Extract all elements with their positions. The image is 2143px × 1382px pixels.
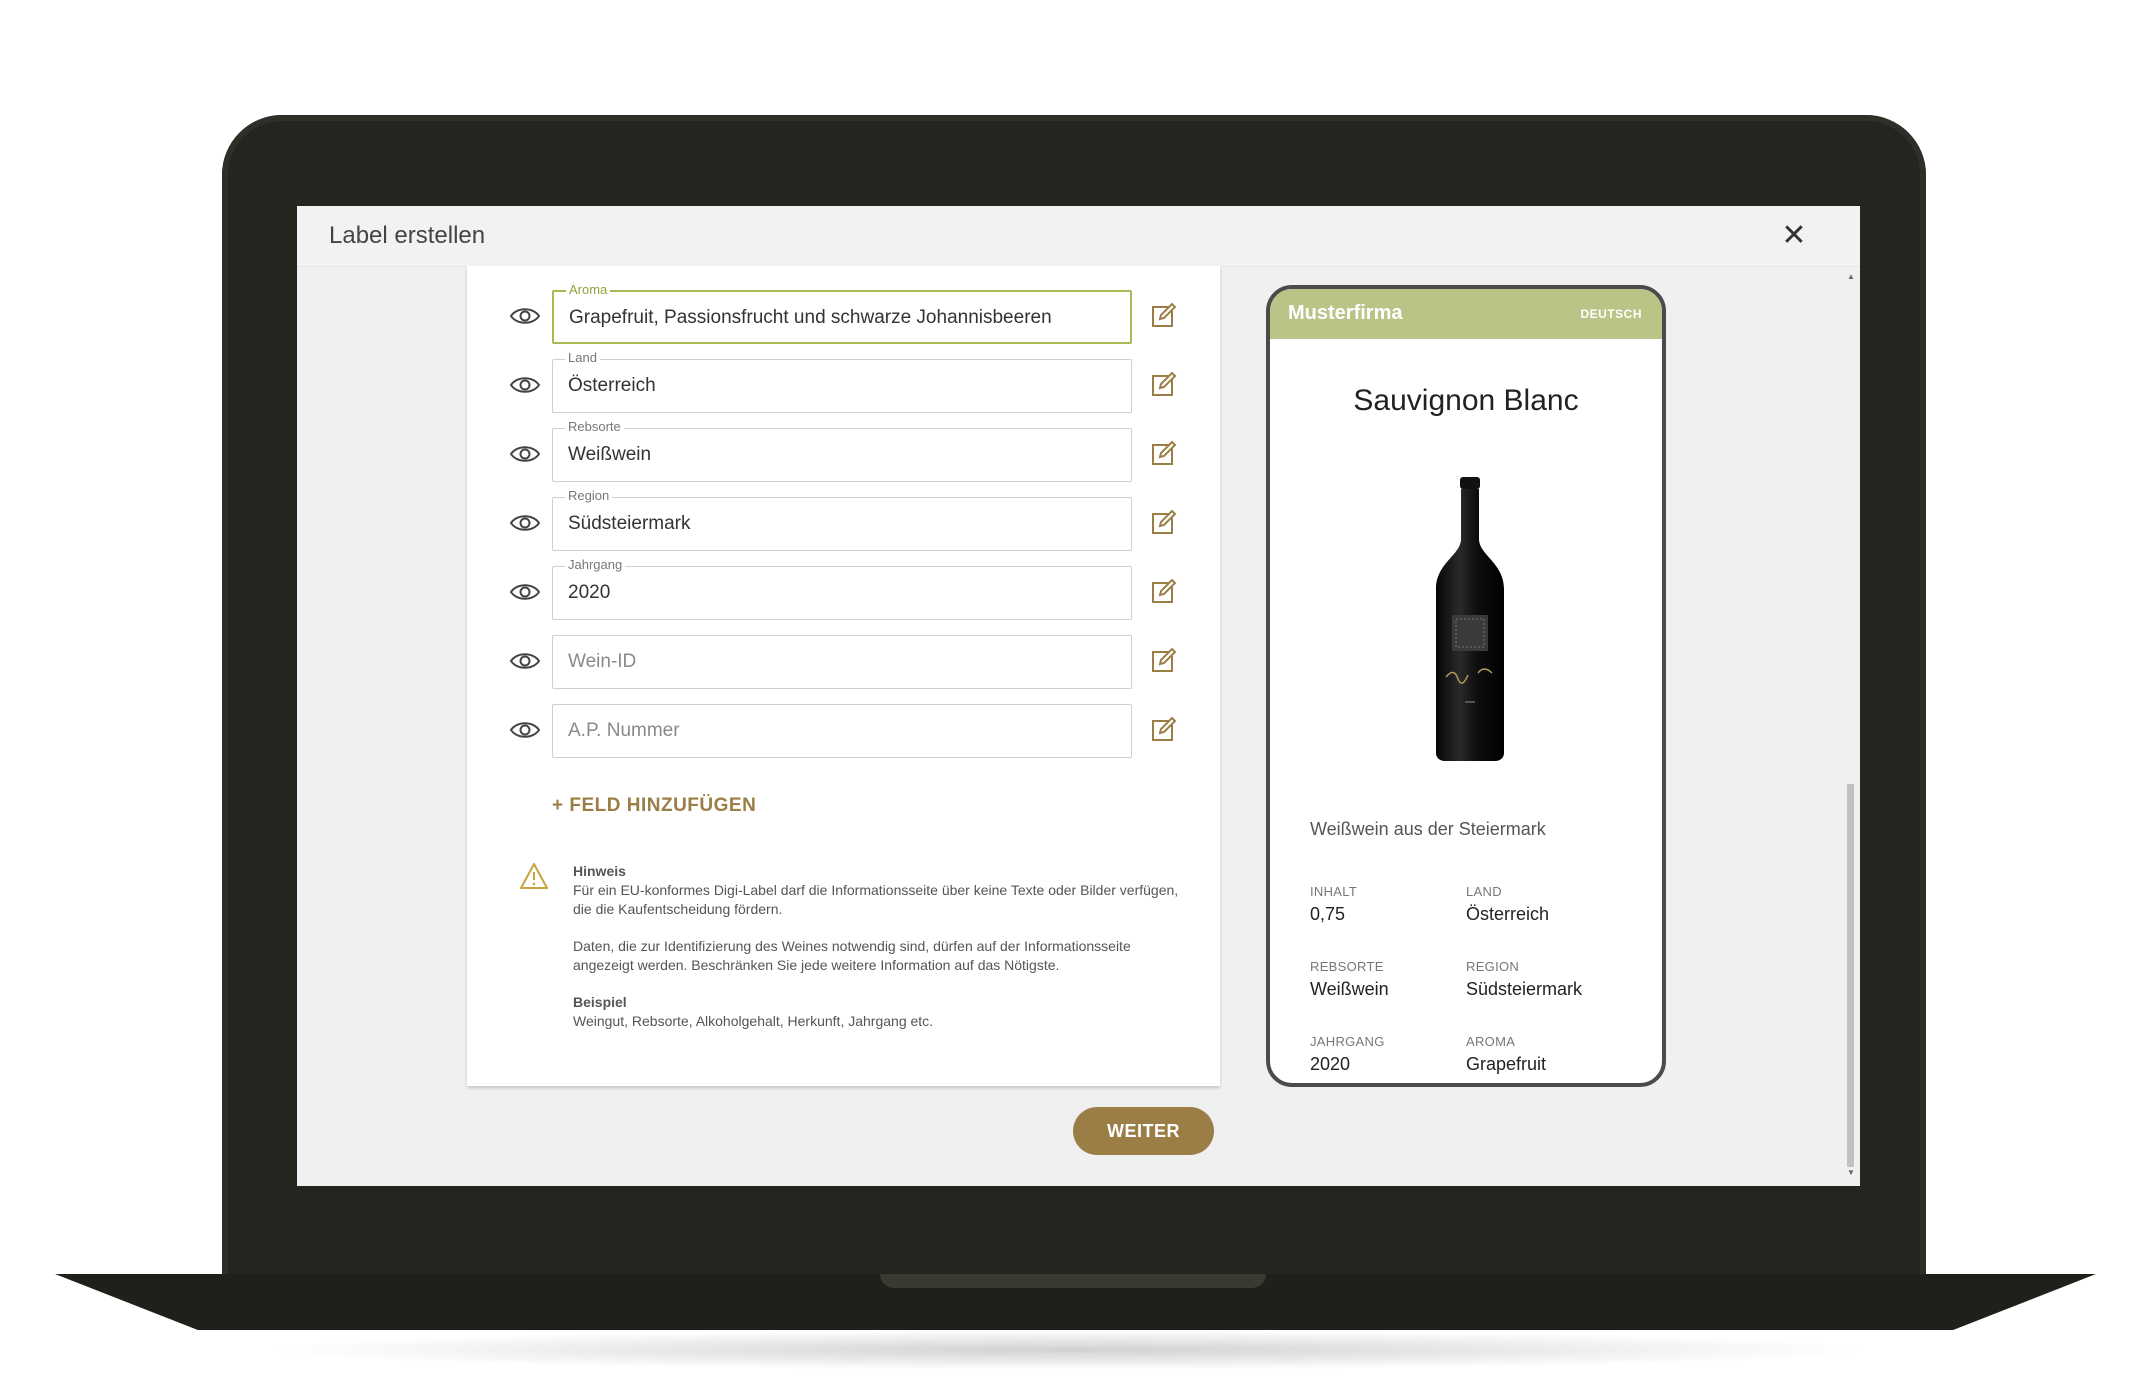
region-field[interactable]: Region Südsteiermark [552, 488, 1132, 551]
field-placeholder: Wein-ID [568, 651, 637, 672]
laptop-shadow [260, 1330, 1880, 1370]
example-text: Weingut, Rebsorte, Alkoholgehalt, Herkun… [573, 1013, 934, 1029]
add-field-button[interactable]: + FELD HINZUFÜGEN [552, 795, 756, 817]
scroll-up-arrow-icon[interactable]: ▲ [1847, 272, 1855, 281]
eye-icon[interactable] [509, 373, 541, 397]
spec-item: JAHRGANG 2020 [1310, 1034, 1385, 1075]
field-label: Rebsorte [565, 419, 624, 435]
spec-label: INHALT [1310, 884, 1358, 899]
field-row-wein-id: Wein-ID [467, 633, 1220, 691]
spec-item: INHALT 0,75 [1310, 884, 1357, 925]
edit-icon[interactable] [1149, 440, 1177, 468]
field-label: Land [565, 350, 600, 366]
dialog-title: Label erstellen [329, 222, 486, 249]
edit-icon[interactable] [1149, 647, 1177, 675]
land-field[interactable]: Land Österreich [552, 350, 1132, 413]
field-row-rebsorte: Rebsorte Weißwein [467, 419, 1220, 484]
spec-value: 0,75 [1310, 904, 1346, 924]
eye-icon[interactable] [509, 649, 541, 673]
wein-id-field[interactable]: Wein-ID [552, 635, 1132, 689]
field-row-land: Land Österreich [467, 350, 1220, 415]
spec-label: LAND [1466, 884, 1502, 899]
aroma-field[interactable]: Aroma Grapefruit, Passionsfrucht und sch… [552, 282, 1132, 344]
edit-icon[interactable] [1149, 716, 1177, 744]
edit-icon[interactable] [1149, 371, 1177, 399]
form-panel: Aroma Grapefruit, Passionsfrucht und sch… [467, 266, 1220, 1086]
laptop-notch [880, 1274, 1266, 1288]
field-row-region: Region Südsteiermark [467, 488, 1220, 553]
notice-text-2: Daten, die zur Identifizierung des Weine… [573, 938, 1131, 973]
example-heading: Beispiel [573, 994, 627, 1010]
field-value: Weißwein [568, 444, 652, 465]
field-value: Österreich [568, 375, 656, 396]
spec-label: AROMA [1466, 1034, 1516, 1049]
language-selector[interactable]: DEUTSCH [1580, 307, 1642, 321]
scrollbar-thumb[interactable] [1847, 784, 1854, 1167]
field-value: 2020 [568, 582, 611, 603]
edit-icon[interactable] [1149, 578, 1177, 606]
notice-heading: Hinweis [573, 863, 626, 879]
field-row-aroma: Aroma Grapefruit, Passionsfrucht und sch… [467, 282, 1220, 346]
field-value: Grapefruit, Passionsfrucht und schwarze … [569, 307, 1052, 328]
spec-value: Österreich [1466, 904, 1550, 924]
dialog-header: Label erstellen ✕ [297, 206, 1860, 267]
ap-nummer-field[interactable]: A.P. Nummer [552, 704, 1132, 758]
wine-name: Sauvignon Blanc [1353, 384, 1579, 417]
next-button[interactable]: WEITER [1073, 1107, 1214, 1155]
eye-icon[interactable] [509, 580, 541, 604]
spec-value: 2020 [1310, 1054, 1351, 1074]
close-icon[interactable]: ✕ [1778, 220, 1810, 252]
notice-text-1: Für ein EU-konformes Digi-Label darf die… [573, 882, 1179, 917]
eye-icon[interactable] [509, 718, 541, 742]
preview-brand: Musterfirma [1288, 302, 1403, 324]
wine-description: Weißwein aus der Steiermark [1310, 819, 1546, 839]
spec-item: LAND Österreich [1466, 884, 1549, 925]
notice-box: Hinweis Für ein EU-konformes Digi-Label … [573, 862, 1193, 1031]
eye-icon[interactable] [509, 304, 541, 328]
field-row-jahrgang: Jahrgang 2020 [467, 557, 1220, 622]
spec-label: REBSORTE [1310, 959, 1384, 974]
warning-icon [520, 863, 548, 889]
eye-icon[interactable] [509, 511, 541, 535]
field-label: Jahrgang [565, 557, 626, 573]
spec-item: REGION Südsteiermark [1466, 959, 1582, 1000]
dialog-screen: Label erstellen ✕ Aroma Grapefruit, Pass… [297, 206, 1860, 1186]
spec-label: REGION [1466, 959, 1520, 974]
rebsorte-field[interactable]: Rebsorte Weißwein [552, 419, 1132, 482]
preview-header-bar: Musterfirma DEUTSCH [1270, 289, 1662, 339]
spec-item: AROMA Grapefruit [1466, 1034, 1546, 1075]
edit-icon[interactable] [1149, 302, 1177, 330]
field-row-ap-nummer: A.P. Nummer [467, 702, 1220, 760]
edit-icon[interactable] [1149, 509, 1177, 537]
wine-bottle-image [1436, 477, 1504, 761]
scroll-down-arrow-icon[interactable]: ▼ [1847, 1168, 1855, 1177]
spec-label: JAHRGANG [1310, 1034, 1385, 1049]
spec-value: Grapefruit [1466, 1054, 1547, 1074]
scrollbar[interactable]: ▲ ▼ [1843, 272, 1857, 1177]
field-label: Region [565, 488, 613, 504]
jahrgang-field[interactable]: Jahrgang 2020 [552, 557, 1132, 620]
spec-value: Weißwein [1310, 979, 1389, 999]
spec-item: REBSORTE Weißwein [1310, 959, 1389, 1000]
field-value: Südsteiermark [568, 513, 691, 534]
field-placeholder: A.P. Nummer [568, 720, 680, 741]
label-preview-phone: Musterfirma DEUTSCH Sauvignon Blanc Weiß… [1266, 285, 1666, 1087]
spec-value: Südsteiermark [1466, 979, 1583, 999]
field-label: Aroma [566, 282, 611, 298]
eye-icon[interactable] [509, 442, 541, 466]
